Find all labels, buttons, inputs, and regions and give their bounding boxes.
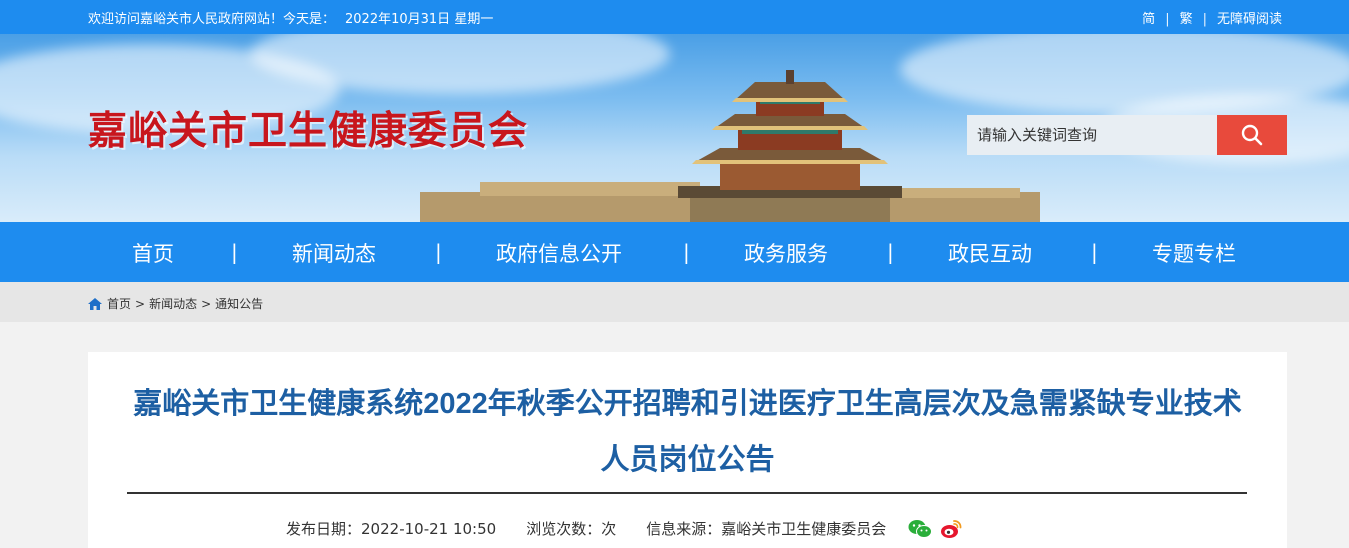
- top-bar: 欢迎访问嘉峪关市人民政府网站！今天是： 2022年10月31日 星期一 简 | 繁 | 无…: [0, 0, 1349, 34]
- nav-item-gov-info[interactable]: 政府信息公开: [496, 238, 622, 268]
- nav-item-special[interactable]: 专题专栏: [1152, 238, 1236, 268]
- view-count-label: 浏览次数：: [526, 520, 602, 538]
- breadcrumb: 首页 > 新闻动态 > 通知公告: [0, 282, 1349, 322]
- nav-divider: |: [1091, 240, 1098, 264]
- breadcrumb-separator: >: [201, 296, 212, 311]
- traditional-chinese-link[interactable]: 繁: [1180, 12, 1193, 27]
- nav-divider: |: [887, 240, 894, 264]
- publish-date-value: 2022-10-21 10:50: [361, 520, 497, 538]
- nav-item-interaction[interactable]: 政民互动: [948, 238, 1032, 268]
- view-count: 浏览次数：次: [526, 518, 616, 539]
- view-count-unit: 次: [601, 520, 617, 538]
- simplified-chinese-link[interactable]: 简: [1142, 12, 1155, 27]
- accessibility-link[interactable]: 无障碍阅读: [1217, 12, 1282, 27]
- divider: |: [1202, 12, 1207, 27]
- breadcrumb-inner: 首页 > 新闻动态 > 通知公告: [88, 295, 263, 312]
- nav-item-news[interactable]: 新闻动态: [292, 238, 376, 268]
- title-divider: [127, 492, 1247, 494]
- wechat-icon[interactable]: [908, 519, 933, 539]
- divider: |: [1165, 12, 1170, 27]
- nav-item-home[interactable]: 首页: [132, 238, 174, 268]
- home-icon: [88, 297, 102, 310]
- nav-divider: |: [435, 240, 442, 264]
- publish-date-label: 发布日期：: [286, 520, 362, 538]
- top-links: 简 | 繁 | 无障碍阅读: [1142, 8, 1282, 27]
- nav-divider: |: [683, 240, 690, 264]
- search-button[interactable]: [1217, 115, 1287, 155]
- breadcrumb-notices[interactable]: 通知公告: [215, 295, 263, 312]
- nav-divider: |: [231, 240, 238, 264]
- welcome-message: 欢迎访问嘉峪关市人民政府网站！今天是：: [88, 12, 336, 27]
- search-icon: [1241, 124, 1263, 146]
- site-title: 嘉峪关市卫生健康委员会: [88, 108, 529, 154]
- welcome-text: 欢迎访问嘉峪关市人民政府网站！今天是： 2022年10月31日 星期一: [88, 8, 493, 27]
- article-title: 嘉峪关市卫生健康系统2022年秋季公开招聘和引进医疗卫生高层次及急需紧缺专业技术…: [133, 388, 1242, 476]
- info-source-value: 嘉峪关市卫生健康委员会: [721, 520, 887, 538]
- banner: 嘉峪关市卫生健康委员会: [0, 34, 1349, 222]
- breadcrumb-home[interactable]: 首页: [107, 295, 131, 312]
- nav-item-gov-services[interactable]: 政务服务: [744, 238, 828, 268]
- search-input[interactable]: [967, 115, 1217, 155]
- article-panel: 嘉峪关市卫生健康系统2022年秋季公开招聘和引进医疗卫生高层次及急需紧缺专业技术…: [88, 352, 1287, 548]
- publish-date: 发布日期：2022-10-21 10:50: [286, 518, 496, 539]
- breadcrumb-news[interactable]: 新闻动态: [149, 295, 197, 312]
- current-date: 2022年10月31日 星期一: [345, 12, 494, 27]
- info-source-label: 信息来源：: [646, 520, 722, 538]
- share-buttons: [908, 519, 962, 539]
- info-source: 信息来源：嘉峪关市卫生健康委员会: [646, 518, 886, 539]
- main-nav: 首页 | 新闻动态 | 政府信息公开 | 政务服务 | 政民互动 | 专题专栏: [0, 222, 1349, 282]
- breadcrumb-separator: >: [135, 296, 146, 311]
- article-meta: 发布日期：2022-10-21 10:50 浏览次数：次 信息来源：嘉峪关市卫生…: [286, 518, 962, 539]
- weibo-icon[interactable]: [940, 519, 962, 539]
- search-box: [967, 115, 1287, 155]
